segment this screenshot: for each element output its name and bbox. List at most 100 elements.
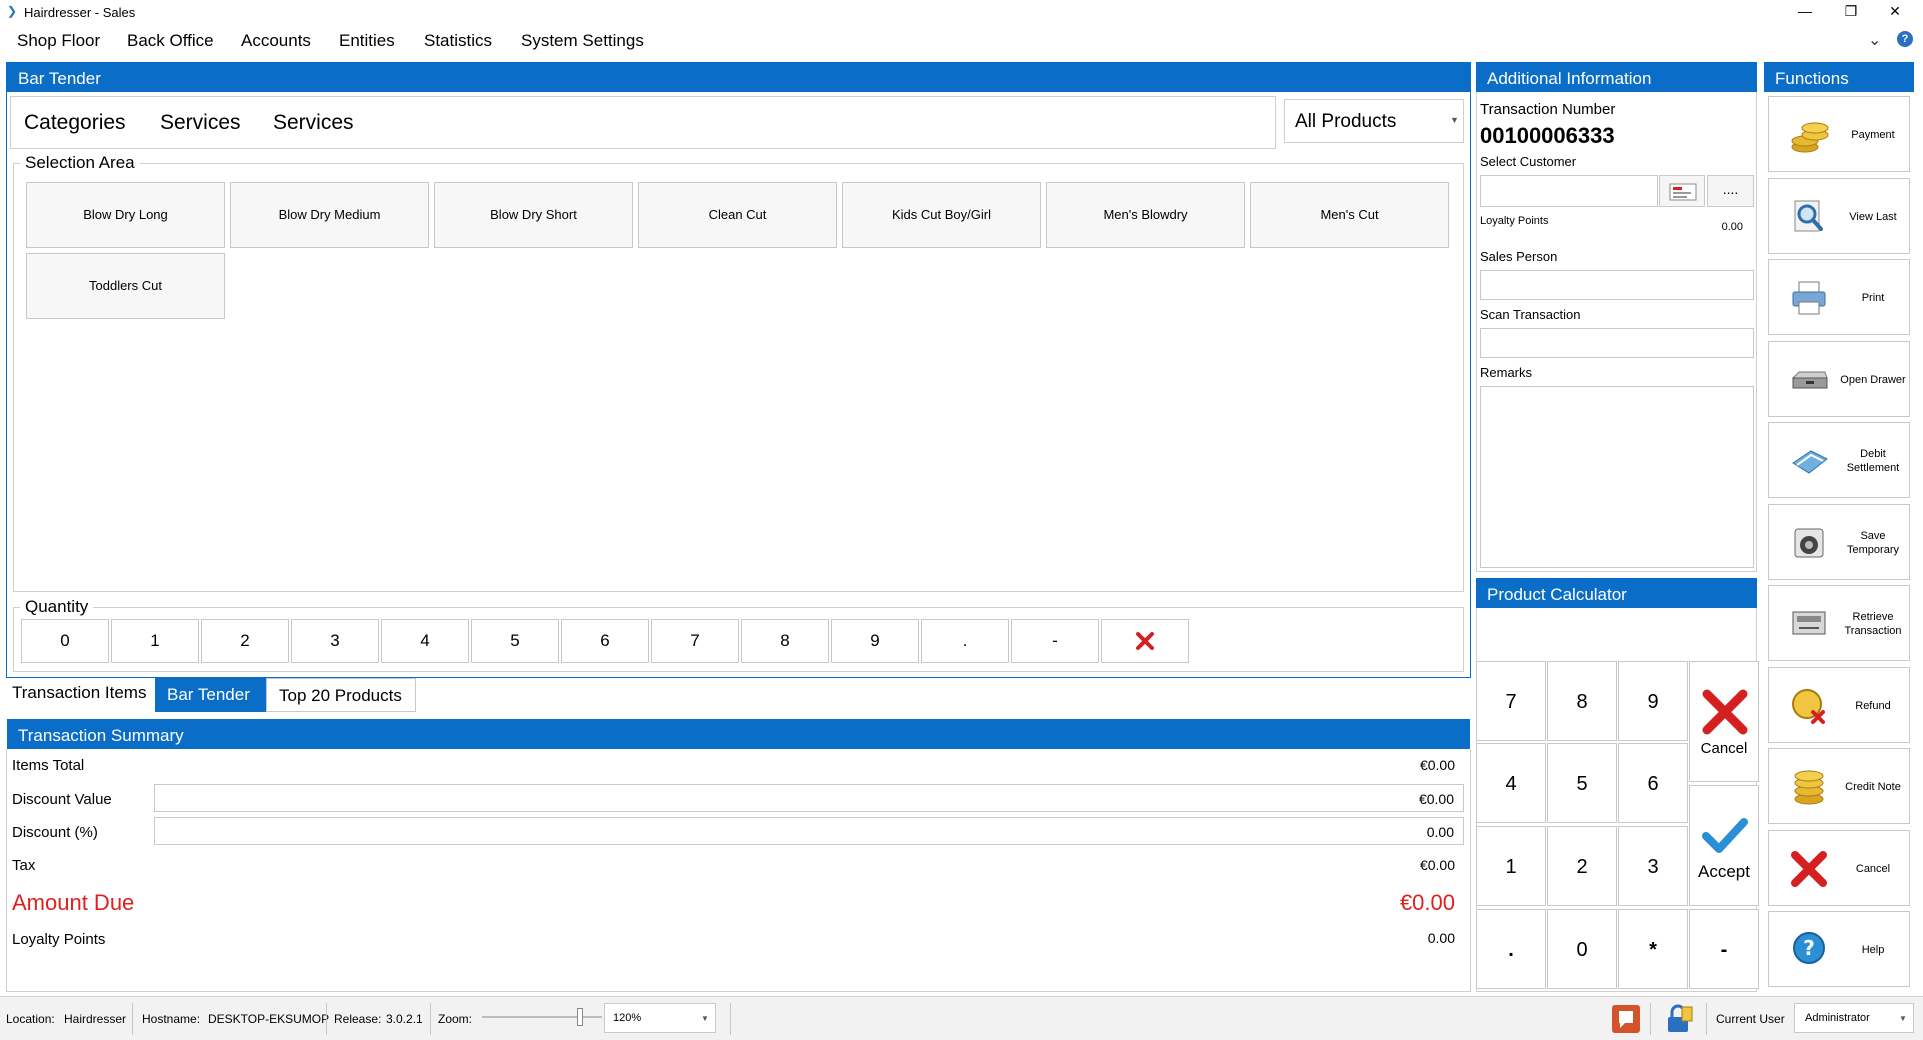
product-button[interactable]: Toddlers Cut xyxy=(26,253,225,319)
calc-key-1[interactable]: 1 xyxy=(1476,826,1546,906)
product-button[interactable]: Clean Cut xyxy=(638,182,837,248)
padlock-icon xyxy=(1668,1004,1693,1032)
breadcrumb: Categories Services Services xyxy=(10,96,1276,149)
tab-top-20-products[interactable]: Top 20 Products xyxy=(266,678,416,712)
menu-shop-floor[interactable]: Shop Floor xyxy=(17,31,100,51)
calc-key-7[interactable]: 7 xyxy=(1476,661,1546,741)
breadcrumb-categories[interactable]: Categories xyxy=(24,111,126,135)
calc-key-decimal[interactable]: . xyxy=(1476,909,1546,989)
quantity-key-0[interactable]: 0 xyxy=(21,619,109,663)
customer-lookup-button[interactable]: .... xyxy=(1707,175,1754,207)
menu-entities[interactable]: Entities xyxy=(339,31,395,51)
product-button[interactable]: Men's Blowdry xyxy=(1046,182,1245,248)
tab-bar-tender[interactable]: Bar Tender xyxy=(155,678,266,712)
transaction-summary-title: Transaction Summary xyxy=(7,719,1470,749)
window-title: Hairdresser - Sales xyxy=(24,5,136,20)
calc-key-6[interactable]: 6 xyxy=(1618,743,1688,823)
refund-label: Refund xyxy=(1855,700,1891,712)
print-button[interactable]: Print xyxy=(1768,259,1910,335)
discount-percent-field[interactable]: 0.00 xyxy=(154,817,1464,845)
product-button[interactable]: Men's Cut xyxy=(1250,182,1449,248)
calc-cancel-button[interactable]: Cancel xyxy=(1689,661,1759,782)
lock-icon[interactable] xyxy=(1662,1003,1694,1035)
calc-key-minus[interactable]: - xyxy=(1689,909,1759,989)
calc-key-0[interactable]: 0 xyxy=(1547,909,1617,989)
printer-icon xyxy=(1792,281,1826,315)
calc-accept-button[interactable]: Accept xyxy=(1689,785,1759,906)
discount-value-label: Discount Value xyxy=(12,791,112,808)
loyalty-points-label: Loyalty Points xyxy=(12,931,106,948)
quantity-key-8[interactable]: 8 xyxy=(741,619,829,663)
notification-icon[interactable] xyxy=(1612,1005,1640,1033)
quantity-key-9[interactable]: 9 xyxy=(831,619,919,663)
zoom-slider-thumb[interactable] xyxy=(577,1008,583,1026)
cancel-transaction-button[interactable]: Cancel xyxy=(1768,830,1910,906)
additional-info-title: Additional Information xyxy=(1476,62,1757,92)
selection-area-label: Selection Area xyxy=(20,153,140,173)
debit-settlement-button[interactable]: Debit Settlement xyxy=(1768,422,1910,498)
menu-back-office[interactable]: Back Office xyxy=(127,31,214,51)
chevron-down-icon[interactable]: ⌄ xyxy=(1868,30,1881,50)
customer-card-button[interactable] xyxy=(1659,175,1705,207)
zoom-slider-track xyxy=(482,1016,602,1018)
calc-key-5[interactable]: 5 xyxy=(1547,743,1617,823)
restore-button[interactable]: ❐ xyxy=(1828,0,1874,24)
minimize-button[interactable]: — xyxy=(1782,0,1828,24)
quantity-key-5[interactable]: 5 xyxy=(471,619,559,663)
calc-key-3[interactable]: 3 xyxy=(1618,826,1688,906)
close-button[interactable]: ✕ xyxy=(1872,0,1918,24)
quantity-key-6[interactable]: 6 xyxy=(561,619,649,663)
quantity-key-1[interactable]: 1 xyxy=(111,619,199,663)
product-calculator-title: Product Calculator xyxy=(1476,578,1757,608)
payment-button[interactable]: Payment xyxy=(1768,96,1910,172)
calc-key-8[interactable]: 8 xyxy=(1547,661,1617,741)
open-drawer-label: Open Drawer xyxy=(1840,374,1906,386)
quantity-key-3[interactable]: 3 xyxy=(291,619,379,663)
refund-button[interactable]: Refund xyxy=(1768,667,1910,743)
help-button[interactable]: ? Help xyxy=(1768,911,1910,987)
remarks-textarea[interactable] xyxy=(1480,386,1754,568)
calc-accept-label: Accept xyxy=(1698,862,1750,881)
help-icon[interactable]: ? xyxy=(1897,31,1913,47)
calc-key-multiply[interactable]: * xyxy=(1618,909,1688,989)
menu-accounts[interactable]: Accounts xyxy=(241,31,311,51)
view-last-button[interactable]: View Last xyxy=(1768,178,1910,254)
discount-percent-label: Discount (%) xyxy=(12,824,98,841)
product-filter-value: All Products xyxy=(1295,111,1397,132)
calc-key-9[interactable]: 9 xyxy=(1618,661,1688,741)
customer-field[interactable] xyxy=(1480,175,1658,207)
zoom-select[interactable]: 120% ▼ xyxy=(604,1003,716,1033)
breadcrumb-services-current[interactable]: Services xyxy=(273,111,354,135)
calc-key-2[interactable]: 2 xyxy=(1547,826,1617,906)
status-divider xyxy=(730,1003,731,1035)
transaction-items-label: Transaction Items xyxy=(12,683,147,702)
product-button[interactable]: Blow Dry Medium xyxy=(230,182,429,248)
quantity-key-minus[interactable]: - xyxy=(1011,619,1099,663)
payment-label: Payment xyxy=(1851,129,1895,141)
quantity-key-decimal[interactable]: . xyxy=(921,619,1009,663)
scan-transaction-field[interactable] xyxy=(1480,328,1754,358)
zoom-slider[interactable] xyxy=(482,1007,602,1027)
current-user-select[interactable]: Administrator ▼ xyxy=(1794,1003,1914,1033)
credit-note-icon xyxy=(1794,770,1824,805)
product-filter-select[interactable]: All Products ▼ xyxy=(1284,99,1464,143)
calc-key-4[interactable]: 4 xyxy=(1476,743,1546,823)
product-button[interactable]: Blow Dry Long xyxy=(26,182,225,248)
product-button[interactable]: Kids Cut Boy/Girl xyxy=(842,182,1041,248)
save-temporary-button[interactable]: Save Temporary xyxy=(1768,504,1910,580)
quantity-key-4[interactable]: 4 xyxy=(381,619,469,663)
retrieve-transaction-button[interactable]: Retrieve Transaction xyxy=(1768,585,1910,661)
product-button[interactable]: Blow Dry Short xyxy=(434,182,633,248)
quantity-key-2[interactable]: 2 xyxy=(201,619,289,663)
open-drawer-button[interactable]: Open Drawer xyxy=(1768,341,1910,417)
sales-person-field[interactable] xyxy=(1480,270,1754,300)
menu-statistics[interactable]: Statistics xyxy=(424,31,492,51)
quantity-clear-button[interactable] xyxy=(1101,619,1189,663)
items-total-value: €0.00 xyxy=(1419,757,1455,773)
location-value: Hairdresser xyxy=(64,1012,127,1026)
discount-value-field[interactable]: €0.00 xyxy=(154,784,1464,812)
quantity-key-7[interactable]: 7 xyxy=(651,619,739,663)
breadcrumb-services[interactable]: Services xyxy=(160,111,241,135)
menu-system-settings[interactable]: System Settings xyxy=(521,31,644,51)
credit-note-button[interactable]: Credit Note xyxy=(1768,748,1910,824)
